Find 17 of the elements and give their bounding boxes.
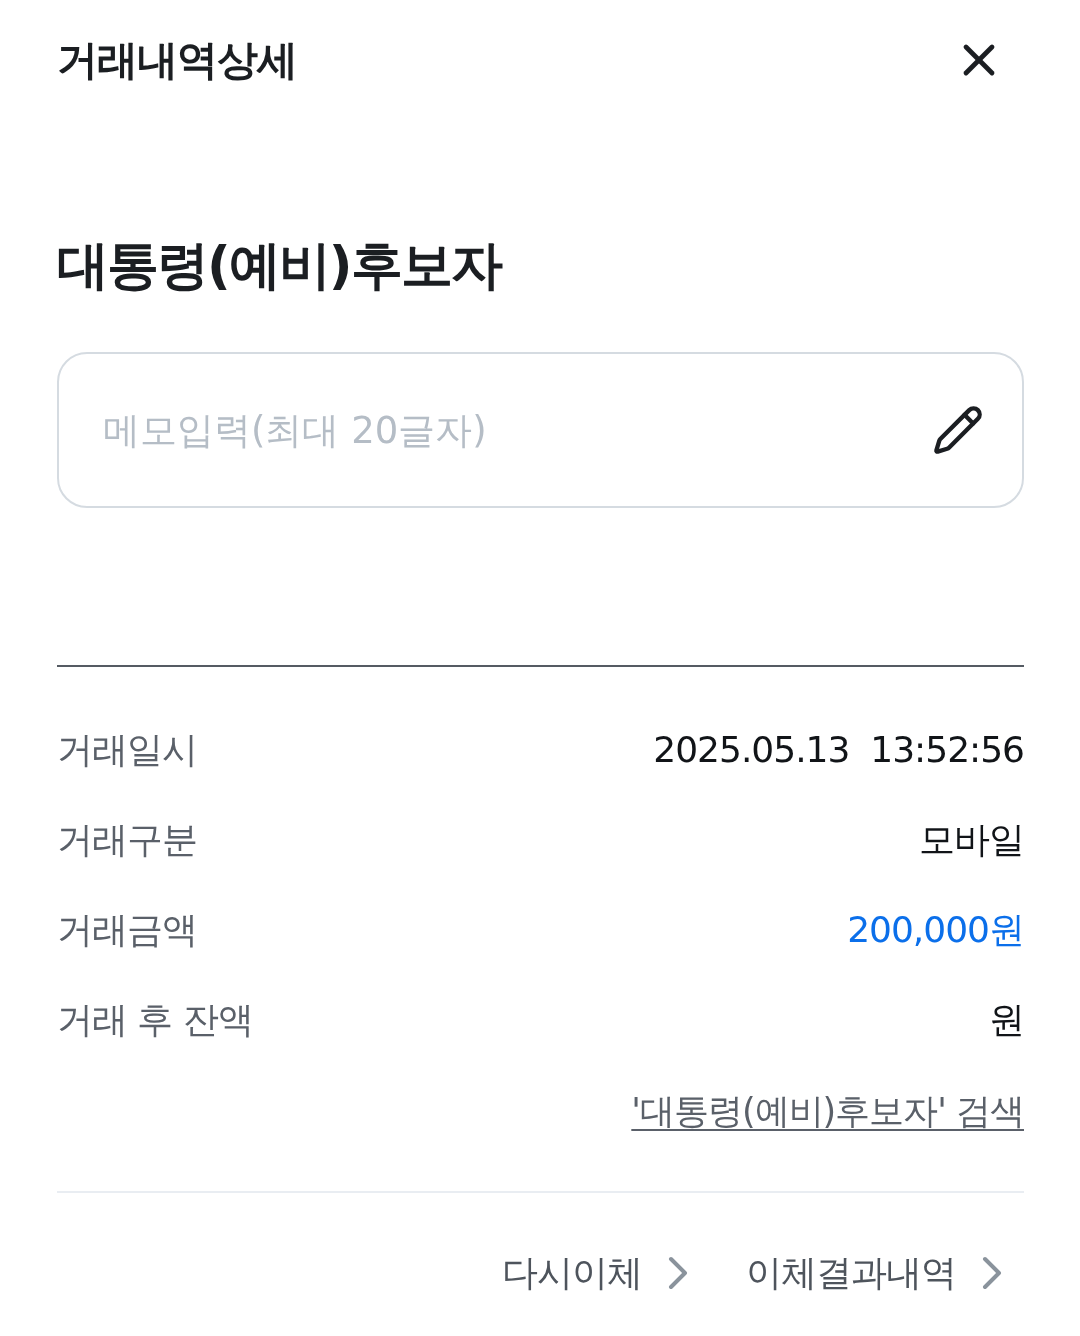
action-link[interactable]: 이체결과내역 [746, 1246, 1002, 1300]
pencil-icon[interactable] [932, 404, 984, 456]
memo-field[interactable]: 메모입력(최대 20글자) [57, 352, 1024, 508]
page-title: 거래내역상세 [57, 39, 297, 81]
detail-value: 200,000원 [847, 908, 1024, 952]
detail-value: 모바일 [919, 818, 1024, 862]
detail-value: 원 [989, 998, 1024, 1042]
chevron-right-icon [668, 1256, 688, 1290]
action-link[interactable]: 다시이체 [502, 1246, 688, 1300]
detail-label: 거래 후 잔액 [57, 998, 253, 1042]
detail-label: 거래구분 [57, 818, 197, 862]
payee-name: 대통령(예비)후보자 [57, 239, 501, 291]
detail-label: 거래일시 [57, 728, 197, 772]
detail-value: 2025.05.13 13:52:56 [653, 728, 1024, 772]
search-link[interactable]: '대통령(예비)후보자' 검색 [631, 1084, 1024, 1138]
detail-label: 거래금액 [57, 908, 197, 952]
chevron-right-icon [982, 1256, 1002, 1290]
